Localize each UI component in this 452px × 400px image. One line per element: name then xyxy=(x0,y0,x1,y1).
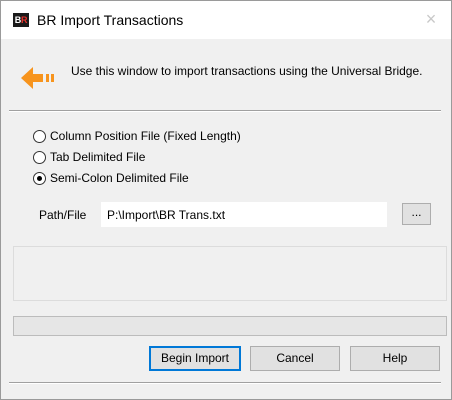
path-file-input[interactable] xyxy=(101,202,387,227)
title-bar[interactable]: BR BR Import Transactions × xyxy=(1,1,451,39)
bottom-separator xyxy=(9,382,441,384)
arrow-left-icon xyxy=(21,67,54,89)
browse-button[interactable]: ... xyxy=(402,203,431,225)
window-title: BR Import Transactions xyxy=(37,12,184,28)
info-text: Use this window to import transactions u… xyxy=(71,64,423,78)
progress-bar xyxy=(13,316,447,336)
radio-selected-dot xyxy=(37,176,42,181)
status-panel xyxy=(13,246,447,301)
close-button[interactable]: × xyxy=(417,5,445,33)
help-button[interactable]: Help xyxy=(350,346,440,371)
path-file-label: Path/File xyxy=(39,208,87,222)
cancel-button[interactable]: Cancel xyxy=(250,346,340,371)
import-transactions-window: BR BR Import Transactions × Use this win… xyxy=(0,0,452,400)
radio-label: Semi-Colon Delimited File xyxy=(50,171,189,185)
separator xyxy=(9,110,441,112)
radio-label: Column Position File (Fixed Length) xyxy=(50,129,241,143)
close-icon: × xyxy=(425,9,437,29)
begin-import-button[interactable]: Begin Import xyxy=(149,346,241,371)
radio-button[interactable] xyxy=(33,130,46,143)
radio-button[interactable] xyxy=(33,151,46,164)
radio-label: Tab Delimited File xyxy=(50,150,146,164)
app-icon-letter-r: R xyxy=(21,15,28,25)
radio-button[interactable] xyxy=(33,172,46,185)
app-icon: BR xyxy=(13,13,29,27)
